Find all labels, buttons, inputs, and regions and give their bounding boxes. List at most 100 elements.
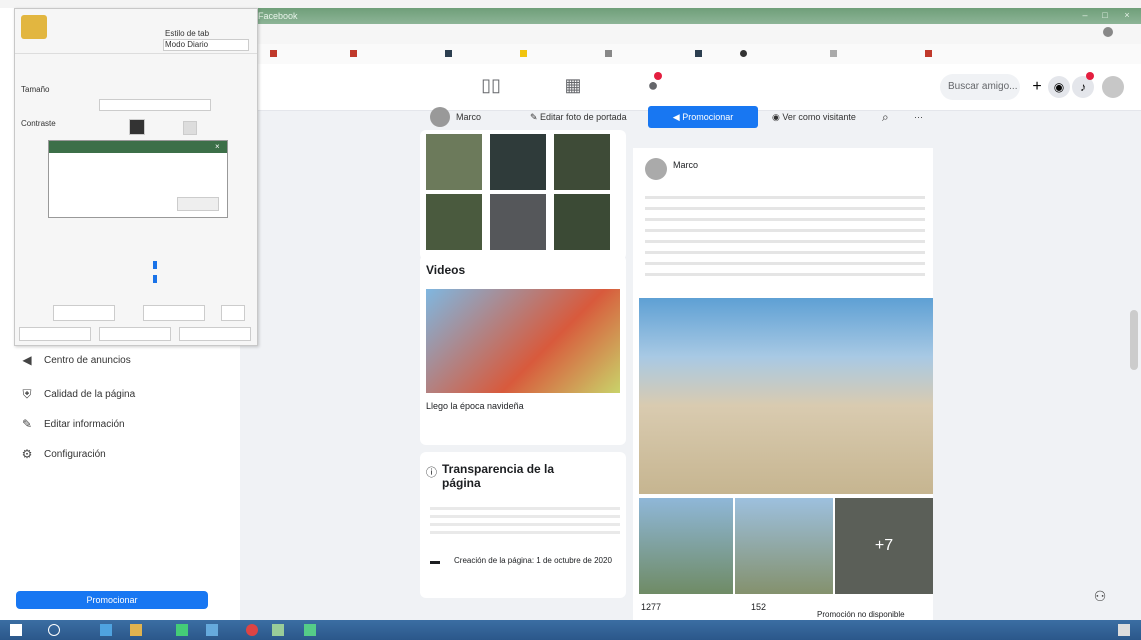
search-icon[interactable]: ⌕ [882,106,889,128]
edge-icon[interactable] [100,624,112,636]
tab-promote[interactable]: ◀ Promocionar [648,106,758,128]
photo-thumbnail[interactable] [426,134,482,190]
photo-thumbnail[interactable] [490,134,546,190]
photo-thumbnail[interactable] [554,194,610,250]
post-text [645,188,925,278]
bookmark-item[interactable] [925,49,935,59]
contacts-icon[interactable]: ⚇ [1090,588,1110,608]
sidebar-item-label: Editar información [44,418,125,430]
more-icon[interactable]: ··· [914,106,923,128]
app-icon[interactable] [206,624,218,636]
popup-close-icon[interactable]: × [215,142,220,151]
slider-thumb[interactable] [153,275,157,283]
footer-button[interactable] [99,327,171,341]
bookmark-item[interactable] [695,49,705,59]
size-select[interactable] [99,99,211,111]
author-avatar[interactable] [645,158,667,180]
bookmark-item[interactable] [740,49,750,59]
transparency-text [430,502,620,538]
url-text[interactable] [246,28,846,40]
messenger-icon[interactable]: ◉ [1048,76,1070,98]
app-icon[interactable] [304,624,316,636]
bookmark-item[interactable] [830,49,840,59]
photo-thumbnail[interactable] [490,194,546,250]
notification-badge [654,72,662,80]
editor-action-button[interactable] [221,305,245,321]
app-logo-icon [21,15,47,39]
maximize-icon[interactable]: □ [1098,10,1112,21]
eye-icon: ◉ [772,112,783,122]
pages-nav-icon[interactable]: ▯▯ [480,74,502,96]
close-icon[interactable]: × [1120,10,1134,21]
color-swatch[interactable] [129,119,145,135]
folder-icon[interactable] [130,624,142,636]
megaphone-icon: ◀ [22,353,32,367]
photos-card [420,130,626,260]
videos-card: Videos Llego la época navideña [420,255,626,445]
editor-action-button[interactable] [143,305,205,321]
bookmark-item[interactable] [350,49,360,59]
video-caption[interactable]: Llego la época navideña [426,401,620,411]
photo-thumbnail[interactable] [426,194,482,250]
bookmark-item[interactable] [605,49,615,59]
style-select-value: Modo Diario [165,40,209,49]
top-strip [0,0,1141,8]
video-thumbnail[interactable] [426,289,620,393]
plus-icon[interactable]: + [1026,76,1048,98]
editor-row-label: Estilo de tab [165,29,210,38]
popup-ok-button[interactable] [177,197,219,211]
start-icon[interactable] [10,624,22,636]
color-swatch-2[interactable] [183,121,197,135]
sidebar-item-page-quality[interactable]: ⛨ Calidad de la página [20,383,135,405]
more-photos-overlay[interactable]: +7 [835,498,933,594]
notification-icon[interactable] [1118,624,1130,636]
sidebar-item-edit-info[interactable]: ✎ Editar información [20,413,125,435]
comments-count[interactable]: 152 [751,602,766,612]
browser-tab-title[interactable]: Facebook [258,11,298,21]
shield-icon: ⛨ [22,387,32,401]
reactions-count[interactable]: 1277 [641,602,661,612]
post-photo-thumb[interactable] [639,498,733,594]
pencil-icon: ✎ [21,417,33,431]
slider-thumb[interactable] [153,261,157,269]
post-author[interactable]: Marco [673,160,698,170]
footer-button[interactable] [19,327,91,341]
post-photo-thumb[interactable] [735,498,833,594]
info-icon: ⓘ [426,467,437,479]
videos-title: Videos [426,263,466,277]
search-icon[interactable] [48,624,60,636]
app-icon[interactable] [272,624,284,636]
avatar[interactable] [1102,76,1124,98]
scrollbar[interactable] [1130,310,1138,370]
browser-titlebar: Facebook – □ × [240,8,1141,24]
sidebar-item-settings[interactable]: ⚙ Configuración [20,443,106,465]
minimize-icon[interactable]: – [1078,10,1092,21]
bookmark-item[interactable] [445,49,455,59]
bookmark-item[interactable] [270,49,280,59]
middle-column: Videos Llego la época navideña ⓘ Transpa… [420,110,630,620]
bookmarks-bar [240,44,1141,65]
transparency-title: Transparencia de la página [442,462,555,490]
bell-badge [1086,72,1094,80]
address-bar[interactable] [240,24,1141,45]
chrome-icon[interactable] [246,624,258,636]
divider [15,53,257,54]
app-icon[interactable] [176,624,188,636]
gear-icon: ⚙ [21,447,33,461]
search-input[interactable]: Buscar amigo... [940,74,1020,100]
profile-icon[interactable] [1103,27,1113,37]
popup-title [49,141,227,153]
marketplace-nav-icon[interactable]: ▦ [562,74,584,96]
footer-button[interactable] [179,327,251,341]
editor-action-button[interactable] [53,305,115,321]
photo-thumbnail[interactable] [554,134,610,190]
taskbar [0,620,1141,640]
bookmark-item[interactable] [520,49,530,59]
tab-view-as[interactable]: ◉ Ver como visitante [772,106,856,128]
promo-note: Promoción no disponible [817,610,905,619]
promote-button[interactable]: Promocionar [16,591,208,609]
sidebar-item-ads-center[interactable]: ◀ Centro de anuncios [20,349,130,371]
popup-dialog: × [48,140,228,218]
tab-promote-label: Promocionar [682,112,734,122]
post-main-photo[interactable] [639,298,933,494]
